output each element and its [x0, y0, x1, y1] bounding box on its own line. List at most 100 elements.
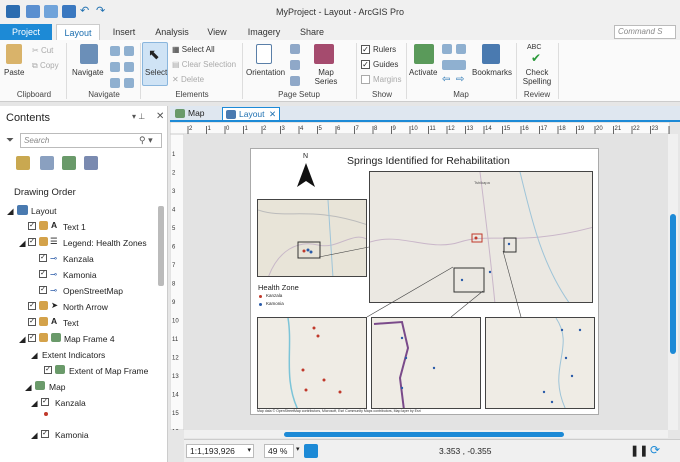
map-pan-icon[interactable] [456, 44, 466, 54]
previous-extent-icon[interactable] [110, 78, 120, 88]
map-extent-icon[interactable] [442, 60, 466, 70]
tree-item-layout[interactable]: Layout [31, 206, 57, 216]
cut-button[interactable]: ✂ Cut [32, 46, 53, 55]
refresh-icon[interactable]: ⟳ [650, 443, 660, 457]
tree-checkbox[interactable]: ✓ [28, 334, 36, 342]
legend-title[interactable]: Health Zone [258, 283, 299, 292]
tree-item-osm[interactable]: OpenStreetMap [63, 286, 123, 296]
tree-item-extent-indicators[interactable]: Extent Indicators [42, 350, 105, 360]
orientation-button[interactable]: Orientation [246, 68, 285, 77]
contents-scrollbar[interactable] [158, 206, 164, 286]
next-extent-icon[interactable] [124, 78, 134, 88]
margins-checkbox[interactable] [361, 75, 370, 84]
lock-icon[interactable] [39, 333, 48, 342]
data-source-icon[interactable] [40, 156, 54, 170]
clear-selection-button[interactable]: ▤ Clear Selection [172, 60, 236, 69]
paste-button[interactable]: Paste [4, 68, 24, 77]
activate-icon[interactable] [414, 44, 434, 64]
tree-item-kanzala-layer[interactable]: Kanzala [55, 398, 86, 408]
layout-view-tab[interactable]: Layout ✕ [222, 107, 280, 120]
fixed-zoom-toggle-icon[interactable] [304, 444, 318, 458]
selection-icon[interactable] [62, 156, 76, 170]
tree-checkbox[interactable]: ✓ [39, 286, 47, 294]
pin-icon[interactable]: ▾ ⊥ [132, 112, 145, 121]
overview-map-frame[interactable] [257, 199, 367, 277]
tree-item-legend[interactable]: Legend: Health Zones [63, 238, 147, 248]
tab-view[interactable]: View [200, 24, 234, 40]
tab-share[interactable]: Share [294, 24, 330, 40]
check-spelling-icon[interactable]: ✔ [531, 51, 541, 65]
tree-checkbox[interactable]: ✓ [28, 238, 36, 246]
select-all-button[interactable]: ▦ Select All [172, 45, 215, 54]
tree-item-kamonia[interactable]: Kamonia [63, 270, 97, 280]
contents-search-field[interactable]: Search ⚲ ▾ [20, 133, 162, 148]
expand-toggle[interactable]: ◢ [31, 350, 38, 361]
horizontal-scrollbar[interactable] [184, 430, 668, 438]
expand-toggle[interactable]: ◢ [31, 430, 38, 441]
close-pane-icon[interactable]: ✕ [156, 111, 164, 122]
tree-item-text[interactable]: Text [63, 318, 79, 328]
tab-imagery[interactable]: Imagery [240, 24, 288, 40]
page-units-icon[interactable] [290, 76, 300, 86]
rulers-checkbox[interactable]: ✓ [361, 45, 370, 54]
layout-page[interactable]: Springs Identified for Rehabilitation N … [250, 148, 599, 415]
copy-button[interactable]: ⧉ Copy [32, 61, 59, 71]
zoom-select[interactable]: 49 % [264, 444, 294, 458]
lock-icon[interactable] [39, 301, 48, 310]
map-zoom-icon[interactable] [442, 44, 452, 54]
delete-button[interactable]: ✕ Delete [172, 75, 204, 84]
north-arrow-icon[interactable] [297, 163, 315, 189]
map-view-tab[interactable]: Map [172, 107, 218, 120]
select-button[interactable]: Select [145, 68, 167, 77]
filter-icon[interactable]: ⏷ [6, 135, 14, 146]
tree-checkbox[interactable]: ✓ [28, 302, 36, 310]
tree-checkbox[interactable]: ✓ [39, 254, 47, 262]
vertical-scrollbar[interactable] [668, 134, 678, 430]
expand-toggle[interactable]: ◢ [19, 238, 26, 249]
check-spelling-button[interactable]: Check Spelling [522, 68, 552, 86]
command-search-input[interactable]: Command S [614, 25, 676, 39]
pause-drawing-icon[interactable]: ❚❚ [630, 444, 648, 457]
bookmarks-icon[interactable] [482, 44, 500, 64]
attribution-text[interactable]: Map data © OpenStreetMap contributors, M… [257, 409, 421, 413]
tree-item-text1[interactable]: Text 1 [63, 222, 86, 232]
lock-icon[interactable] [39, 237, 48, 246]
detail-map-frame-1[interactable] [257, 317, 367, 409]
tree-checkbox[interactable]: ✓ [39, 270, 47, 278]
tree-item-kanzala[interactable]: Kanzala [63, 254, 94, 264]
snapping-icon[interactable] [84, 156, 98, 170]
fixed-zoom-icon[interactable] [124, 62, 134, 72]
guides-checkbox[interactable]: ✓ [361, 60, 370, 69]
tree-item-kamonia-layer[interactable]: Kamonia [55, 430, 89, 440]
tree-checkbox[interactable]: ✓ [41, 398, 49, 406]
page-size-icon[interactable] [290, 44, 300, 54]
search-icon[interactable]: ⚲ ▾ [139, 135, 153, 146]
back-arrow-icon[interactable]: ⇦ [442, 74, 450, 85]
zoom-in-icon[interactable] [110, 46, 120, 56]
drawing-order-icon[interactable] [16, 156, 30, 170]
margins-icon[interactable] [290, 60, 300, 70]
tree-item-map[interactable]: Map [49, 382, 66, 392]
bookmarks-button[interactable]: Bookmarks [472, 68, 512, 77]
navigate-icon[interactable] [80, 44, 98, 64]
tree-checkbox[interactable]: ✓ [28, 318, 36, 326]
tree-item-extent-of-map-frame[interactable]: Extent of Map Frame [69, 366, 148, 376]
tab-project[interactable]: Project [0, 24, 52, 40]
zoom-out-icon[interactable] [124, 46, 134, 56]
full-extent-icon[interactable] [110, 62, 120, 72]
expand-toggle[interactable]: ◢ [19, 334, 26, 345]
tree-item-map-frame[interactable]: Map Frame 4 [64, 334, 115, 344]
orientation-icon[interactable] [256, 44, 272, 64]
activate-button[interactable]: Activate [409, 68, 437, 77]
paste-icon[interactable] [6, 44, 22, 64]
tree-checkbox[interactable]: ✓ [44, 366, 52, 374]
horizontal-scroll-thumb[interactable] [284, 432, 564, 437]
expand-toggle[interactable]: ◢ [7, 206, 14, 217]
vertical-scroll-thumb[interactable] [670, 214, 676, 354]
lock-icon[interactable] [39, 317, 48, 326]
main-map-frame[interactable]: Tshikapa [369, 171, 593, 303]
map-series-icon[interactable] [314, 44, 334, 64]
scale-select[interactable]: 1:1,193,926 ▾ [186, 444, 254, 458]
navigate-button[interactable]: Navigate [72, 68, 104, 77]
detail-map-frame-3[interactable] [485, 317, 595, 409]
